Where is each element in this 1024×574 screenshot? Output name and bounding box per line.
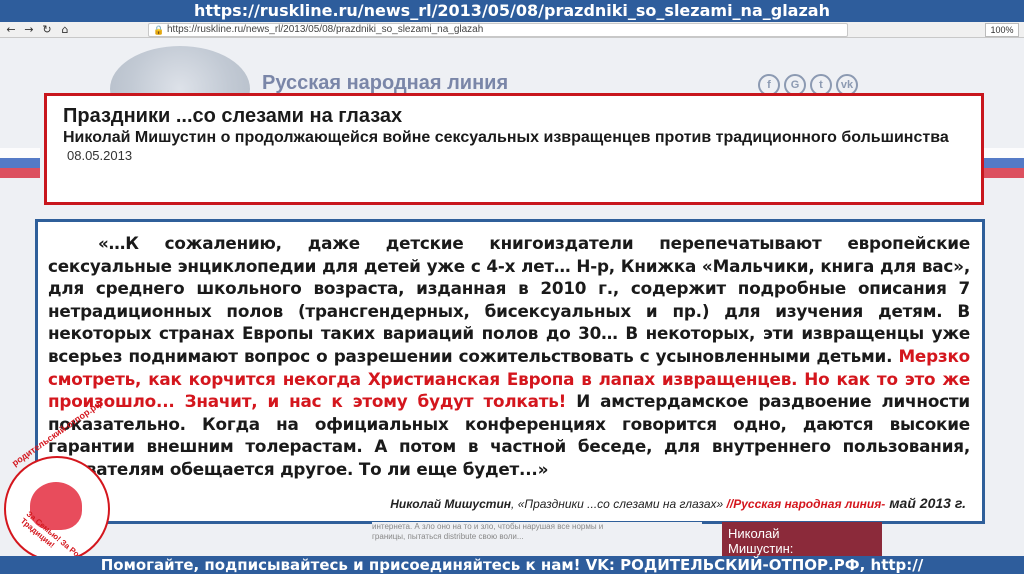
forward-arrow-icon[interactable]: →	[22, 23, 36, 37]
back-arrow-icon[interactable]: ←	[4, 23, 18, 37]
home-icon[interactable]: ⌂	[58, 23, 72, 37]
attribution-date: май 2013 г.	[885, 495, 966, 511]
attribution-source: //Русская народная линия-	[726, 497, 886, 511]
flag-decoration	[984, 148, 1024, 178]
address-text: https://ruskline.ru/news_rl/2013/05/08/p…	[167, 24, 484, 35]
reload-icon[interactable]: ↻	[40, 23, 54, 37]
article-header: Праздники ...со слезами на глазах Никола…	[44, 93, 984, 205]
url-banner: https://ruskline.ru/news_rl/2013/05/08/p…	[0, 0, 1024, 22]
footer-banner: Помогайте, подписывайтесь и присоединяйт…	[0, 556, 1024, 574]
article-subtitle: Николай Мишустин о продолжающейся войне …	[63, 129, 949, 146]
flag-decoration	[0, 148, 40, 178]
side-panel-line: Николай	[728, 526, 780, 541]
attribution-work: , «Праздники ...со слезами на глазах»	[511, 497, 727, 511]
site-name[interactable]: Русская народная линия	[262, 72, 508, 95]
parents-resistance-sticker: родительский-отпор.рф За Семью! За Родин…	[0, 398, 120, 574]
author-side-panel[interactable]: Николай Мишустин:	[722, 522, 882, 558]
article-date: 08.05.2013	[67, 148, 133, 163]
quote-attribution: Николай Мишустин, «Праздники ...со слеза…	[390, 495, 966, 511]
quote-block: «…К сожалению, даже детские книгоиздател…	[35, 219, 985, 524]
attribution-author: Николай Мишустин	[390, 497, 512, 511]
side-panel-line: Мишустин:	[728, 541, 794, 556]
background-article-text: интернета. А зло оно на то и зло, чтобы …	[372, 522, 702, 546]
lock-icon: 🔒	[153, 25, 165, 35]
ghost-line: интернета. А зло оно на то и зло, чтобы …	[372, 522, 604, 531]
address-bar[interactable]: 🔒 https://ruskline.ru/news_rl/2013/05/08…	[148, 23, 848, 37]
quote-part-1: «…К сожалению, даже детские книгоиздател…	[48, 233, 970, 366]
zoom-indicator[interactable]: 100%	[985, 23, 1019, 37]
article-title: Праздники ...со слезами на глазах	[63, 105, 403, 127]
quote-text: «…К сожалению, даже детские книгоиздател…	[48, 232, 970, 481]
ghost-line: границы, пытаться distribute свою воли..…	[372, 532, 524, 541]
browser-toolbar: ← → ↻ ⌂ 🔒 https://ruskline.ru/news_rl/20…	[0, 22, 1024, 38]
